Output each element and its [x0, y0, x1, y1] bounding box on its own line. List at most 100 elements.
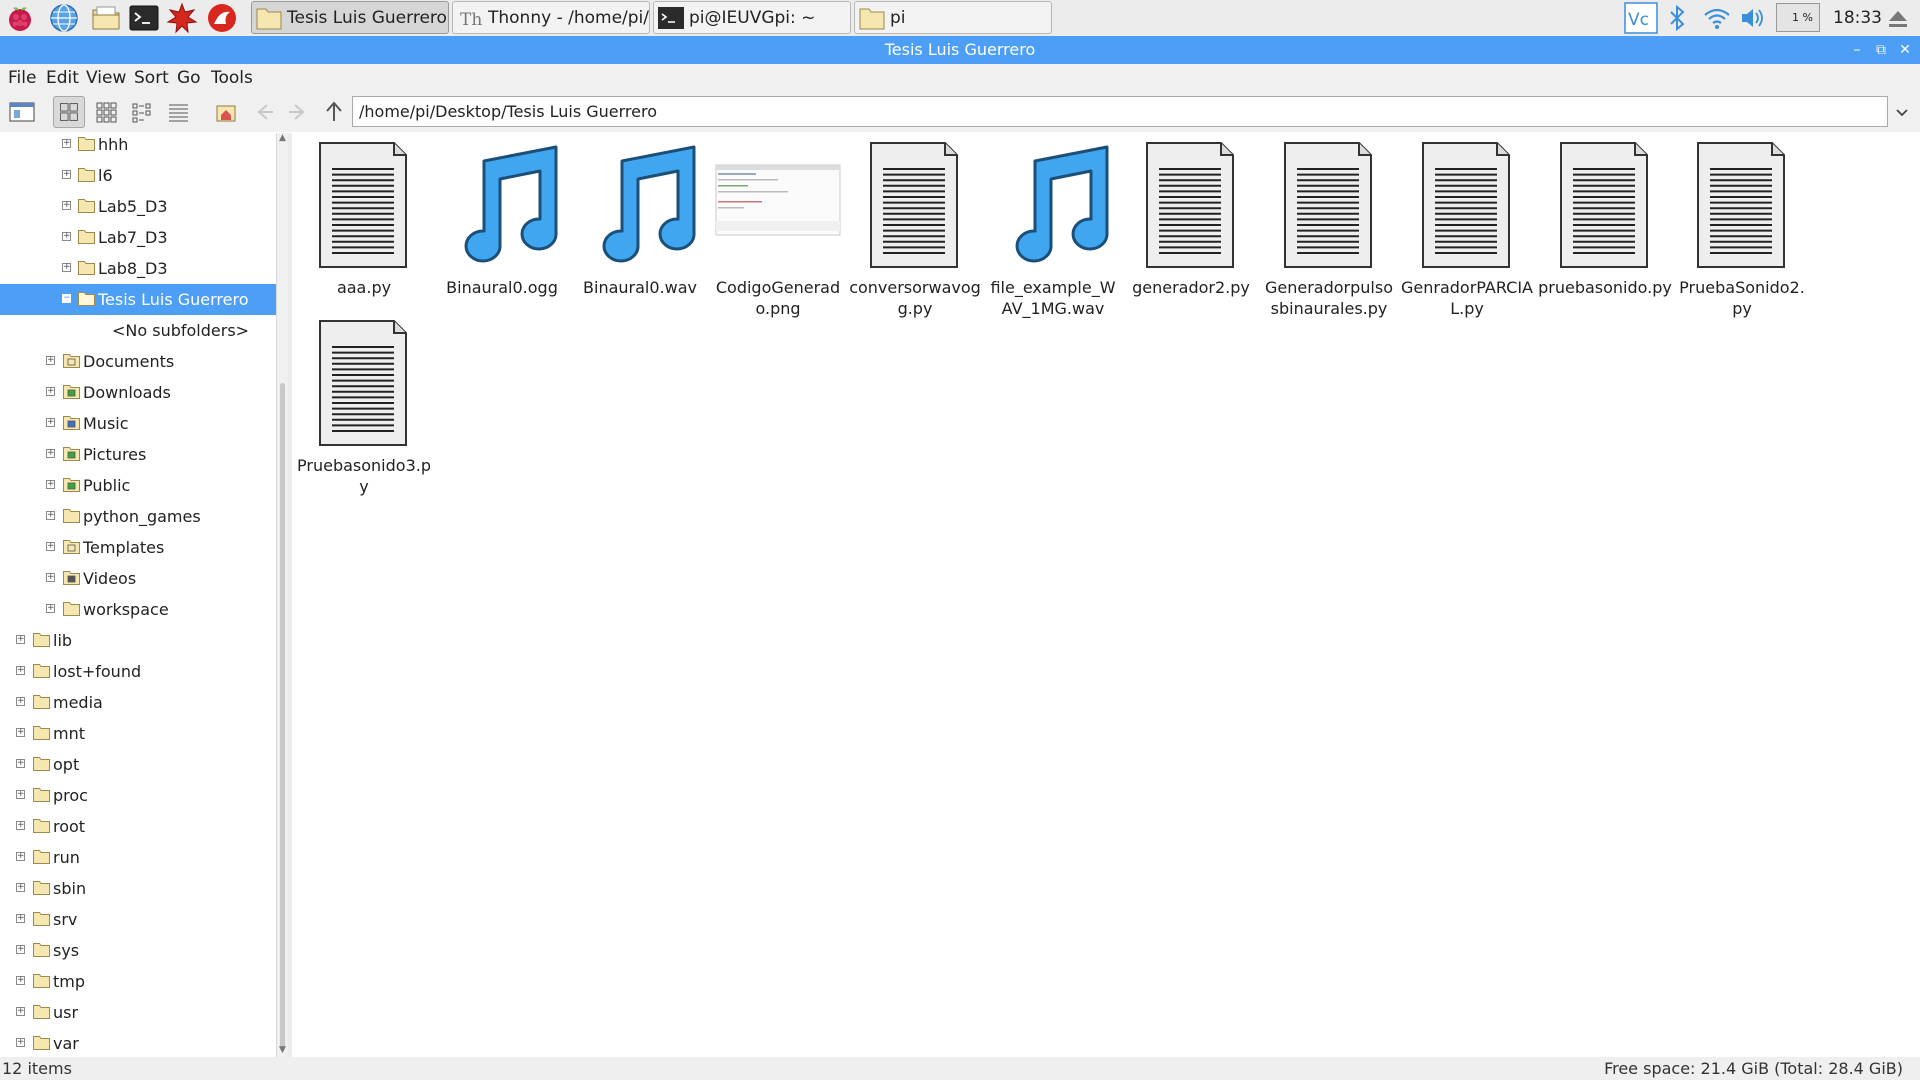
bluetooth-icon[interactable] [1664, 2, 1690, 34]
menu-go[interactable]: Go [177, 64, 201, 92]
tree-item[interactable]: + Pictures [0, 439, 276, 470]
tree-item[interactable]: + srv [0, 904, 276, 935]
menu-sort[interactable]: Sort [134, 64, 169, 92]
expand-icon[interactable]: + [16, 1007, 25, 1016]
expand-icon[interactable]: + [46, 356, 55, 365]
expand-icon[interactable]: + [62, 232, 71, 241]
tree-item[interactable]: + sbin [0, 873, 276, 904]
volume-icon[interactable] [1738, 2, 1768, 34]
vnc-icon[interactable]: Vc [1624, 2, 1658, 34]
expand-icon[interactable]: + [16, 945, 25, 954]
file-item[interactable]: pruebasonido.py [1538, 135, 1672, 315]
tree-item[interactable]: + Templates [0, 532, 276, 563]
tree-item[interactable]: + proc [0, 780, 276, 811]
menu-file[interactable]: File [8, 64, 36, 92]
task-file-manager[interactable]: Tesis Luis Guerrero [251, 1, 449, 34]
tree-item[interactable]: + opt [0, 749, 276, 780]
tree-item[interactable]: − Tesis Luis Guerrero [0, 284, 276, 315]
tree-item[interactable]: + workspace [0, 594, 276, 625]
scroll-down-icon[interactable]: ▼ [279, 1045, 287, 1055]
tree-item[interactable]: + run [0, 842, 276, 873]
tree-item[interactable]: + Downloads [0, 377, 276, 408]
tree-item[interactable]: + lib [0, 625, 276, 656]
mathematica-icon[interactable] [166, 2, 198, 34]
icon-view-icon[interactable] [53, 96, 85, 128]
clock[interactable]: 18:33 [1833, 0, 1882, 36]
expand-icon[interactable]: + [16, 976, 25, 985]
expand-icon[interactable]: + [46, 418, 55, 427]
expand-icon[interactable]: + [46, 387, 55, 396]
web-browser-icon[interactable] [48, 2, 80, 34]
file-item[interactable]: Binaural0.ogg [435, 135, 569, 315]
cpu-monitor[interactable]: 1 % [1776, 3, 1820, 32]
new-window-icon[interactable] [6, 96, 38, 128]
expand-icon[interactable]: + [16, 883, 25, 892]
tree-item[interactable]: + l6 [0, 160, 276, 191]
path-input[interactable] [352, 96, 1888, 127]
tree-item[interactable]: + Public [0, 470, 276, 501]
tree-item[interactable]: + Lab7_D3 [0, 222, 276, 253]
tree-item[interactable]: + usr [0, 997, 276, 1028]
compact-view-icon[interactable] [126, 96, 158, 128]
scroll-up-icon[interactable]: ▲ [279, 133, 287, 143]
expand-icon[interactable]: + [46, 604, 55, 613]
expand-icon[interactable]: + [46, 511, 55, 520]
file-item[interactable]: PruebaSonido2.py [1675, 135, 1809, 318]
menu-view[interactable]: View [86, 64, 126, 92]
expand-icon[interactable]: + [16, 635, 25, 644]
eject-icon[interactable] [1884, 2, 1912, 34]
menu-tools[interactable]: Tools [211, 64, 253, 92]
expand-icon[interactable]: + [46, 449, 55, 458]
terminal-icon[interactable] [128, 2, 160, 34]
expand-icon[interactable]: + [62, 263, 71, 272]
expand-icon[interactable]: + [46, 542, 55, 551]
expand-icon[interactable]: + [46, 480, 55, 489]
tree-item[interactable]: + Videos [0, 563, 276, 594]
tree-item[interactable]: + python_games [0, 501, 276, 532]
tree-item[interactable]: + hhh [0, 133, 276, 160]
raspberry-menu-icon[interactable] [4, 2, 36, 34]
file-item[interactable]: aaa.py [297, 135, 431, 315]
file-item[interactable]: generador2.py [1124, 135, 1258, 315]
file-item[interactable]: file_example_WAV_1MG.wav [986, 135, 1120, 318]
file-item[interactable]: CodigoGenerado.png [711, 135, 845, 318]
tree-item[interactable]: + mnt [0, 718, 276, 749]
file-manager-icon[interactable] [90, 2, 122, 34]
close-icon[interactable]: ✕ [1894, 36, 1916, 64]
expand-icon[interactable]: + [16, 914, 25, 923]
tree-item[interactable]: + lost+found [0, 656, 276, 687]
expand-icon[interactable]: + [16, 728, 25, 737]
tree-item[interactable]: + media [0, 687, 276, 718]
expand-icon[interactable]: + [16, 790, 25, 799]
expand-icon[interactable]: + [62, 170, 71, 179]
window-titlebar[interactable]: Tesis Luis Guerrero – ⧉ ✕ [0, 36, 1920, 64]
home-icon[interactable] [210, 96, 242, 128]
maximize-icon[interactable]: ⧉ [1870, 36, 1892, 64]
collapse-icon[interactable]: − [62, 294, 71, 303]
expand-icon[interactable]: + [16, 666, 25, 675]
expand-icon[interactable]: + [62, 139, 71, 148]
task-thonny[interactable]: Th Thonny - /home/pi/... [452, 1, 650, 34]
expand-icon[interactable]: + [46, 573, 55, 582]
tree-item[interactable]: + Lab8_D3 [0, 253, 276, 284]
list-view-icon[interactable] [162, 96, 194, 128]
thumbnail-view-icon[interactable] [90, 96, 122, 128]
tree-item[interactable]: + Lab5_D3 [0, 191, 276, 222]
scrollbar-thumb[interactable] [280, 383, 285, 1051]
expand-icon[interactable]: + [16, 821, 25, 830]
file-item[interactable]: GenradorPARCIAL.py [1400, 135, 1534, 318]
wifi-icon[interactable] [1702, 2, 1732, 34]
tree-item[interactable]: + root [0, 811, 276, 842]
up-arrow-icon[interactable] [318, 96, 350, 128]
task-folder-pi[interactable]: pi [854, 1, 1052, 34]
forward-icon[interactable] [283, 96, 315, 128]
task-terminal[interactable]: pi@IEUVGpi: ~ [653, 1, 851, 34]
minimize-icon[interactable]: – [1846, 36, 1868, 64]
expand-icon[interactable]: + [16, 759, 25, 768]
menu-edit[interactable]: Edit [46, 64, 79, 92]
file-item[interactable]: Pruebasonido3.py [297, 313, 431, 496]
wolfram-icon[interactable] [206, 2, 238, 34]
file-item[interactable]: Binaural0.wav [573, 135, 707, 315]
expand-icon[interactable]: + [62, 201, 71, 210]
expand-icon[interactable]: + [16, 1038, 25, 1047]
